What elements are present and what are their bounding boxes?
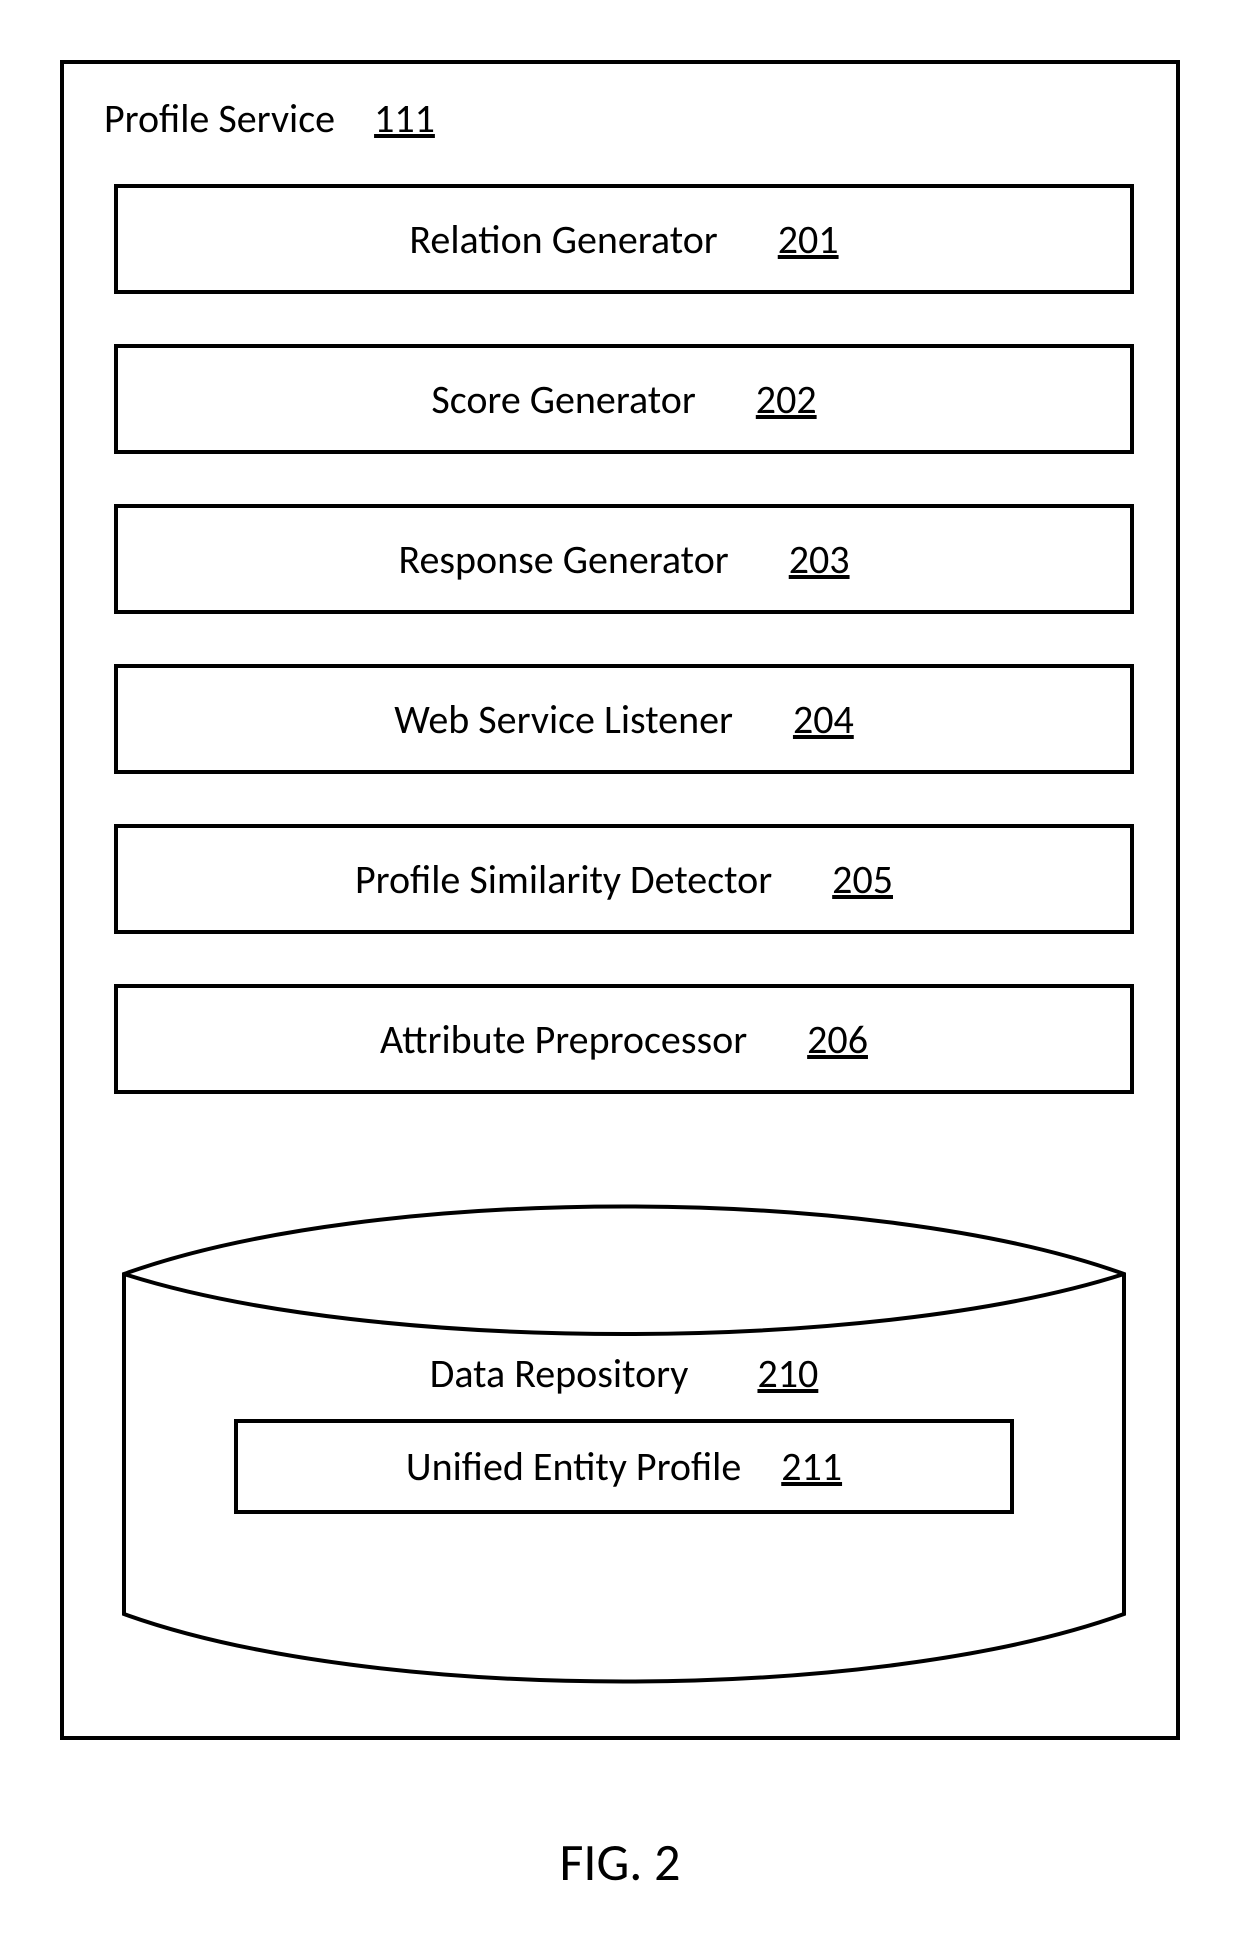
repository-title: Data Repository 210 [114,1349,1134,1398]
response-generator-box: Response Generator 203 [114,504,1134,614]
relation-generator-box: Relation Generator 201 [114,184,1134,294]
component-ref: 204 [793,695,854,744]
score-generator-box: Score Generator 202 [114,344,1134,454]
profile-similarity-detector-box: Profile Similarity Detector 205 [114,824,1134,934]
component-label: Web Service Listener [394,695,733,744]
unified-entity-profile-box: Unified Entity Profile 211 [234,1419,1014,1514]
data-repository-container: Data Repository 210 Unified Entity Profi… [114,1194,1134,1694]
service-title: Profile Service 111 [104,94,435,143]
component-ref: 201 [778,215,839,264]
attribute-preprocessor-box: Attribute Preprocessor 206 [114,984,1134,1094]
service-title-label: Profile Service [104,94,335,143]
component-ref: 203 [789,535,850,584]
repository-label: Data Repository [430,1349,689,1398]
component-ref: 205 [832,855,893,904]
service-title-ref: 111 [374,94,435,143]
component-label: Score Generator [431,375,695,424]
component-label: Relation Generator [409,215,717,264]
component-label: Profile Similarity Detector [355,855,772,904]
figure-caption: FIG. 2 [0,1830,1240,1894]
profile-service-container: Profile Service 111 Relation Generator 2… [60,60,1180,1740]
component-ref: 206 [807,1015,868,1064]
repository-ref: 210 [757,1349,818,1398]
inner-ref: 211 [781,1442,842,1491]
web-service-listener-box: Web Service Listener 204 [114,664,1134,774]
component-label: Response Generator [398,535,728,584]
inner-label: Unified Entity Profile [406,1442,741,1491]
component-label: Attribute Preprocessor [380,1015,747,1064]
component-ref: 202 [756,375,817,424]
